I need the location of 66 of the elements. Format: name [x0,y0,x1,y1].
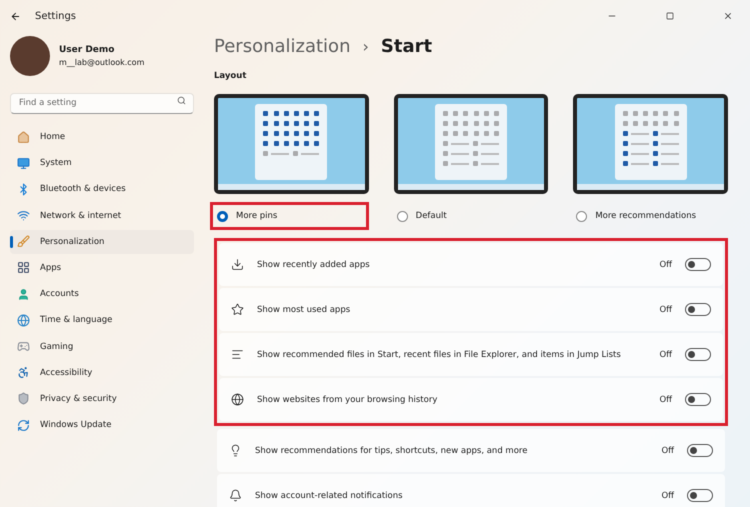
breadcrumb-separator: › [362,37,369,56]
search-field[interactable]: Find a setting [10,92,194,114]
layout-radio[interactable]: More recommendations [569,202,728,230]
user-name: User Demo [59,45,116,55]
sidebar-item[interactable]: Personalization [10,230,194,254]
sidebar-item[interactable]: Privacy & security [10,386,194,411]
maximize-icon [666,12,674,20]
layout-radio[interactable]: More pins [210,202,369,230]
sidebar-item[interactable]: Accessibility [10,360,194,385]
category-icon [17,182,30,196]
sidebar-item[interactable]: Gaming [10,334,194,358]
category-icon [17,418,30,432]
setting-icon [231,258,244,271]
setting-label: Show recommended files in Start, recent files in File Explorer, and items in Jump Lists [257,350,622,360]
layout-radio[interactable]: Default [390,202,548,230]
category-icon [17,340,30,353]
section-heading: Layout [214,71,248,81]
user-email: m__lab@outlook.com [59,58,144,67]
close-icon [723,11,733,21]
sidebar-item[interactable]: Bluetooth & devices [10,177,194,202]
setting-icon [229,489,242,502]
sidebar-item[interactable]: System [10,151,194,176]
start-layout-preview[interactable] [573,94,728,194]
search-icon [177,96,186,105]
toggle-switch[interactable] [685,348,711,361]
category-icon [17,235,30,248]
toggle-switch[interactable] [687,444,713,457]
setting-label: Show most used apps [257,304,352,314]
toggle-state: Off [659,394,672,404]
sidebar-item[interactable]: Accounts [10,282,194,306]
back-icon[interactable] [10,10,21,22]
avatar-placeholder [10,36,50,76]
sidebar-item[interactable]: Apps [10,256,194,280]
start-layout-preview[interactable] [394,94,548,194]
toggle-switch[interactable] [687,489,713,502]
start-layout-preview[interactable] [214,94,369,194]
setting-label: Show account-related notifications [255,490,404,500]
setting-label: Show recommendations for tips, shortcuts, new apps, and more [255,446,528,456]
category-icon [17,288,30,301]
setting-label: Show recently added apps [257,260,371,270]
toggle-state: Off [659,304,672,314]
category-icon [17,314,30,327]
category-icon [17,156,30,170]
toggle-switch[interactable] [685,303,711,316]
sidebar-item[interactable]: Time & language [10,308,194,332]
breadcrumb-link[interactable]: Personalization [214,36,350,57]
globe-icon [231,393,244,406]
window-title: Settings [35,10,76,22]
setting-icon [231,348,244,361]
category-icon [17,366,30,380]
setting-icon [229,444,242,457]
setting-label: Show websites from your browsing history [257,394,438,404]
toggle-state: Off [659,260,672,270]
sidebar-item[interactable]: Windows Update [10,413,194,438]
category-icon [17,261,30,274]
category-icon [17,130,30,144]
sidebar-item[interactable]: Home [10,125,194,149]
toggle-state: Off [661,490,674,500]
toggle-switch[interactable] [685,258,711,271]
page-title: Start [380,36,432,57]
toggle-switch[interactable] [685,393,711,406]
sidebar-item[interactable]: Network & internet [10,204,194,228]
toggle-state: Off [661,446,674,456]
toggle-state: Off [659,350,672,360]
category-icon [17,392,30,406]
setting-icon [231,303,244,316]
